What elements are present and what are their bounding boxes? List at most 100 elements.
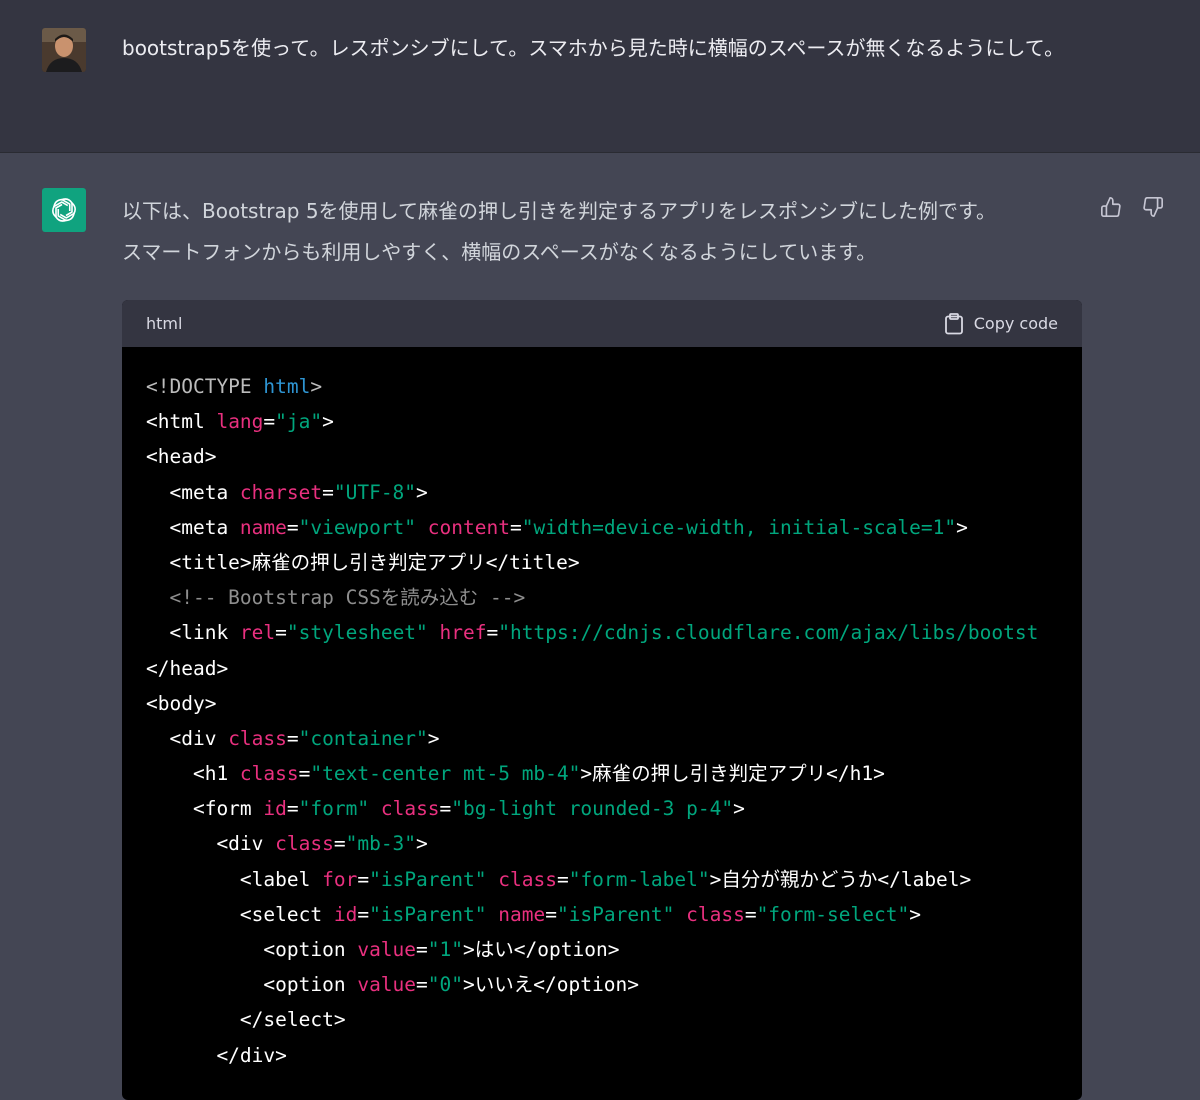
code-token-punct: = — [263, 410, 276, 434]
code-token-punct: = — [416, 973, 428, 997]
code-token-punct — [486, 903, 498, 926]
code-token-punct: = — [286, 515, 299, 539]
code-line: <html lang="ja"> — [146, 404, 1082, 439]
code-token-str: "ja" — [275, 410, 323, 434]
code-token-text: 麻雀の押し引き判定アプリ — [592, 762, 827, 786]
code-token-tag: > — [427, 726, 440, 750]
code-token-attr: class — [239, 762, 299, 786]
code-token-tag: <div — [146, 832, 276, 856]
code-token-str: "isParent" — [369, 867, 487, 891]
code-token-str: "mb-3" — [345, 832, 417, 856]
code-line: <title>麻雀の押し引き判定アプリ</title> — [146, 545, 1082, 580]
thumbs-up-button[interactable] — [1097, 193, 1125, 221]
code-token-str: "width=device-width, initial-scale=1" — [521, 515, 957, 539]
code-token-tag: > — [580, 762, 593, 786]
code-token-tag: <select — [146, 902, 334, 926]
code-token-punct: = — [486, 621, 499, 645]
code-token-text: 麻雀の押し引き判定アプリ — [251, 550, 486, 574]
code-line: <select id="isParent" name="isParent" cl… — [146, 897, 1082, 932]
code-token-tag: <option — [146, 938, 358, 961]
code-line: </head> — [146, 651, 1082, 686]
copy-code-button[interactable]: Copy code — [944, 312, 1058, 335]
code-token-tag: </div> — [146, 1043, 287, 1067]
code-token-punct: = — [286, 797, 299, 821]
code-token-attr: id — [263, 797, 287, 821]
code-token-tag: <label — [146, 867, 323, 891]
code-token-tag: <form — [146, 797, 264, 821]
code-token-tag: <div — [146, 726, 229, 750]
code-block: html Copy code <!DOCTYPE html> <html lang… — [122, 300, 1082, 1100]
code-line: <link rel="stylesheet" href="https://cdn… — [146, 615, 1082, 650]
code-token-tag: <option — [146, 973, 358, 997]
code-token-punct — [428, 621, 440, 644]
code-token-punct: = — [286, 726, 299, 750]
code-line: <meta charset="UTF-8"> — [146, 475, 1082, 510]
user-message-row: bootstrap5を使って。レスポンシブにして。スマホから見た時に横幅のスペー… — [0, 0, 1200, 153]
code-token-tag: > — [416, 480, 428, 504]
code-token-tag: </h1> — [826, 762, 885, 786]
code-line: <option value="0">いいえ</option> — [146, 967, 1082, 1002]
code-token-punct: = — [416, 938, 428, 961]
user-avatar-image — [42, 28, 86, 72]
code-token-attr: name — [239, 515, 287, 539]
code-token-attr: content — [427, 515, 510, 539]
code-token-punct: = — [744, 902, 757, 926]
code-token-str: "form-label" — [568, 867, 710, 891]
code-token-attr: id — [333, 902, 358, 926]
code-token-attr: rel — [239, 621, 276, 645]
code-token-tag: > — [416, 832, 428, 856]
code-token-tag: > — [709, 867, 722, 891]
code-token-tag: > — [463, 973, 475, 997]
code-token-tag: <body> — [146, 691, 217, 715]
code-token-attr: lang — [216, 410, 264, 434]
assistant-message-text: 以下は、Bootstrap 5を使用して麻雀の押し引きを判定するアプリをレスポン… — [122, 191, 1082, 273]
code-token-attr: class — [686, 902, 745, 926]
code-token-tag: </option> — [513, 938, 620, 961]
code-token-tag: </head> — [146, 656, 229, 680]
code-token-punct: = — [357, 867, 370, 891]
code-body[interactable]: <!DOCTYPE html> <html lang="ja"> <head> <m… — [122, 347, 1082, 1073]
code-token-punct — [674, 903, 686, 926]
code-line: </div> — [146, 1038, 1082, 1073]
code-token-tag: <link — [146, 621, 240, 645]
code-token-punct: = — [545, 902, 557, 926]
code-line: <h1 class="text-center mt-5 mb-4">麻雀の押し引… — [146, 756, 1082, 791]
code-token-tag: <title> — [146, 550, 252, 574]
assistant-paragraph-1: 以下は、Bootstrap 5を使用して麻雀の押し引きを判定するアプリをレスポン… — [122, 199, 996, 223]
code-token-str: "1" — [427, 938, 464, 961]
code-token-punct: = — [298, 762, 311, 786]
code-line: <body> — [146, 686, 1082, 721]
code-token-attr: class — [380, 797, 440, 821]
code-token-tag: <meta — [146, 515, 240, 539]
code-token-tag: <html — [146, 410, 217, 434]
code-token-attr: charset — [239, 480, 323, 504]
code-token-tag: > — [956, 515, 968, 539]
chatgpt-logo-icon — [42, 188, 86, 232]
code-token-text: 自分が親かどうか — [721, 867, 878, 891]
code-token-tag: </title> — [485, 550, 580, 574]
code-token-str: "viewport" — [298, 515, 417, 539]
copy-code-label: Copy code — [973, 314, 1058, 333]
thumbs-up-icon — [1101, 197, 1121, 217]
code-token-str: "form-select" — [756, 902, 910, 926]
code-token-str: "isParent" — [369, 902, 487, 926]
code-line: <option value="1">はい</option> — [146, 932, 1082, 967]
code-token-punct: = — [275, 621, 287, 645]
code-token-com: <!-- Bootstrap CSSを読み込む --> — [146, 586, 526, 610]
code-token-tag: <h1 — [146, 762, 240, 786]
code-token-str: "bg-light rounded-3 p-4" — [451, 797, 734, 821]
thumbs-down-button[interactable] — [1139, 193, 1167, 221]
code-line: <!-- Bootstrap CSSを読み込む --> — [146, 580, 1082, 615]
code-token-attr: name — [498, 902, 546, 926]
user-avatar — [42, 28, 86, 72]
code-token-attr: class — [498, 867, 557, 891]
code-token-doc: <!DOCTYPE — [146, 375, 264, 398]
code-token-text: はい — [474, 938, 514, 961]
assistant-paragraph-2: スマートフォンからも利用しやすく、横幅のスペースがなくなるようにしています。 — [122, 240, 877, 264]
code-token-attr: value — [357, 973, 417, 997]
code-token-str: "https://cdnjs.cloudflare.com/ajax/libs/… — [498, 621, 1039, 645]
code-line: <form id="form" class="bg-light rounded-… — [146, 791, 1082, 826]
code-token-tag: > — [909, 902, 921, 926]
code-token-str: "form" — [298, 797, 370, 821]
code-language-label: html — [146, 314, 183, 333]
